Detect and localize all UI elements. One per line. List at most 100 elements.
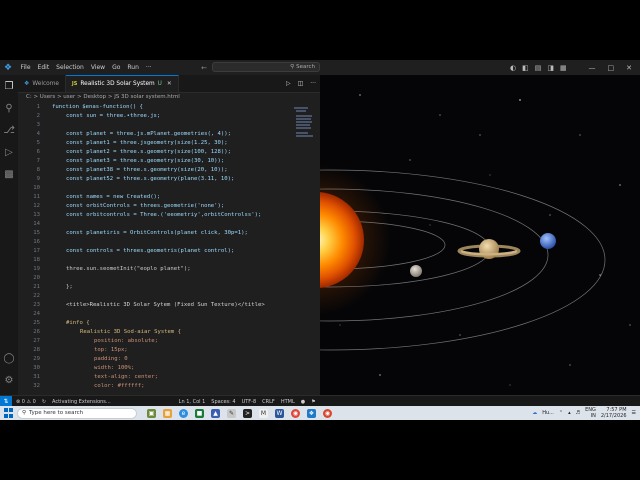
clock[interactable]: 7:57 PM 2/17/2026	[601, 407, 627, 419]
menu-go[interactable]: Go	[109, 64, 124, 71]
split-editor-icon[interactable]: ◫	[298, 80, 304, 87]
minimap[interactable]	[292, 103, 320, 393]
end-of-line[interactable]: CRLF	[262, 399, 275, 405]
code-text: const controls = threes.geometris(planet…	[66, 248, 235, 254]
copilot-status-icon[interactable]: ●	[301, 399, 305, 405]
code-line[interactable]: 16	[18, 238, 320, 247]
code-line[interactable]: 14	[18, 220, 320, 229]
code-line[interactable]: 13 const orbitcontrols = Three.('eeometri…	[18, 211, 320, 220]
menu-file[interactable]: File	[17, 64, 34, 71]
edge-browser-icon[interactable]: e	[179, 408, 188, 418]
settings-gear-icon[interactable]: ⚙	[3, 375, 15, 387]
code-line[interactable]: 29 padding: 0	[18, 355, 320, 364]
command-search-box[interactable]: ⚲ Search	[212, 62, 320, 72]
code-line[interactable]: 2 const sun = three.•three.js;	[18, 112, 320, 121]
copilot-icon[interactable]: ◐	[510, 64, 516, 72]
windows-start-icon[interactable]	[4, 408, 14, 418]
line-number: 13	[33, 212, 40, 218]
command-search-placeholder: Search	[296, 64, 315, 70]
code-line[interactable]: 28 top: 15px;	[18, 346, 320, 355]
explorer-icon[interactable]: ❐	[3, 81, 15, 93]
code-line[interactable]: 6 const planet2 = three.s.geometry(size(1…	[18, 148, 320, 157]
customize-layout-icon[interactable]: ▦	[560, 64, 567, 72]
menu-run[interactable]: Run	[124, 64, 143, 71]
indent-spaces[interactable]: Spaces: 4	[211, 399, 235, 405]
more-actions-icon[interactable]: ···	[310, 80, 316, 87]
tray-chevron-icon[interactable]: ⌃	[559, 410, 563, 416]
task-view-icon[interactable]: ▣	[147, 408, 156, 418]
code-line[interactable]: 11 const names = new Created();	[18, 193, 320, 202]
notes-app-icon[interactable]: ✎	[227, 408, 236, 418]
tab-solar-system[interactable]: JS Realistic 3D Solar System U ✕	[65, 75, 179, 92]
code-line[interactable]: 25 #info {	[18, 319, 320, 328]
code-line[interactable]: 8 const planet38 = three.s.geometry(size(…	[18, 166, 320, 175]
run-debug-icon[interactable]: ▷	[3, 147, 15, 159]
code-line[interactable]: 10	[18, 184, 320, 193]
code-line[interactable]: 19 three.sun.seometInit("eoplo planet");	[18, 265, 320, 274]
code-line[interactable]: 7 const planet3 = three.s.geometry(size(3…	[18, 157, 320, 166]
app-icon[interactable]: ▲	[211, 408, 220, 418]
weather-text[interactable]: Hu...	[542, 410, 554, 416]
maximize-icon[interactable]: □	[608, 64, 615, 72]
menu-view[interactable]: View	[87, 64, 108, 71]
code-line[interactable]: 18	[18, 256, 320, 265]
volume-icon[interactable]: ♬	[576, 410, 580, 416]
network-icon[interactable]: ▴	[568, 410, 571, 416]
code-line[interactable]: 4 const planet = three.js.mPlanet.geometr…	[18, 130, 320, 139]
code-line[interactable]: 26 Realistic 3D Sod-aiar System {	[18, 328, 320, 337]
code-line[interactable]: 21};	[18, 283, 320, 292]
close-icon[interactable]: ✕	[626, 64, 632, 72]
line-number: 28	[33, 347, 40, 353]
cursor-position[interactable]: Ln 1, Col 1	[179, 399, 206, 405]
code-line[interactable]: 5 const planet1 = three.jsgeometry(size(1…	[18, 139, 320, 148]
code-line[interactable]: 12 const orbitControls = threes.geometrie…	[18, 202, 320, 211]
tab-welcome[interactable]: ❖ Welcome	[18, 75, 66, 92]
code-line[interactable]: 20	[18, 274, 320, 283]
vscode-taskbar-icon[interactable]: ❖	[307, 408, 316, 418]
chrome-icon[interactable]: ◉	[291, 408, 300, 418]
account-icon[interactable]: ◯	[3, 353, 15, 365]
code-line[interactable]: 3	[18, 121, 320, 130]
tab-close-icon[interactable]: ✕	[167, 81, 172, 87]
m-app-icon[interactable]: M	[259, 408, 268, 418]
notification-center-icon[interactable]: ☰	[632, 410, 636, 416]
chrome-profile-icon[interactable]: ◉	[323, 408, 332, 418]
code-line[interactable]: 30 width: 100%;	[18, 364, 320, 373]
menu-edit[interactable]: Edit	[34, 64, 53, 71]
file-encoding[interactable]: UTF-8	[242, 399, 257, 405]
problems-count[interactable]: ⊗ 0 ⚠ 0	[16, 399, 36, 405]
code-line[interactable]: 27 position: absolute;	[18, 337, 320, 346]
line-number: 9	[36, 176, 40, 182]
extensions-icon[interactable]: ▩	[3, 169, 15, 181]
minimize-icon[interactable]: —	[589, 64, 596, 72]
code-line[interactable]: 15 const planetiris = OrbitControls(plane…	[18, 229, 320, 238]
code-line[interactable]: 17 const controls = threes.geometris(plan…	[18, 247, 320, 256]
toggle-sidebar-icon[interactable]: ◧	[522, 64, 529, 72]
run-file-icon[interactable]: ▷	[286, 80, 291, 87]
weather-icon[interactable]: ☁	[532, 410, 537, 416]
taskbar-search-box[interactable]: ⚲ Type here to search	[17, 407, 137, 419]
toggle-panel-icon[interactable]: ▤	[535, 64, 542, 72]
notifications-icon[interactable]: ⚑	[311, 399, 315, 405]
terminal-icon[interactable]: >	[243, 408, 252, 418]
code-line[interactable]: 23 <title>Realistic 3D Solar Sytem (Fixed…	[18, 301, 320, 310]
code-editor[interactable]: 1 function $enas-function() {2 const sun =…	[18, 103, 320, 395]
code-line[interactable]: 24	[18, 310, 320, 319]
source-control-icon[interactable]: ⎇	[3, 125, 15, 137]
toggle-secondary-sidebar-icon[interactable]: ◨	[547, 64, 554, 72]
language-mode[interactable]: HTML	[281, 399, 295, 405]
code-line[interactable]: 32 color: #ffffff;	[18, 382, 320, 391]
menu-selection[interactable]: Selection	[53, 64, 88, 71]
code-line[interactable]: 1 function $enas-function() {	[18, 103, 320, 112]
search-view-icon[interactable]: ⚲	[3, 103, 15, 115]
code-line[interactable]: 9 const planet52 = three.s.geometry(plane…	[18, 175, 320, 184]
word-icon[interactable]: W	[275, 408, 284, 418]
line-number: 2	[36, 113, 40, 119]
store-icon[interactable]: ■	[195, 408, 204, 418]
code-line[interactable]: 22	[18, 292, 320, 301]
menu-more[interactable]: ···	[142, 64, 155, 71]
file-explorer-icon[interactable]: ▦	[163, 408, 172, 418]
breadcrumb[interactable]: C: > Users > user > Desktop > JS 3D sola…	[26, 94, 180, 100]
language-indicator[interactable]: ENG IN	[585, 407, 596, 419]
code-line[interactable]: 31 text-align: center;	[18, 373, 320, 382]
